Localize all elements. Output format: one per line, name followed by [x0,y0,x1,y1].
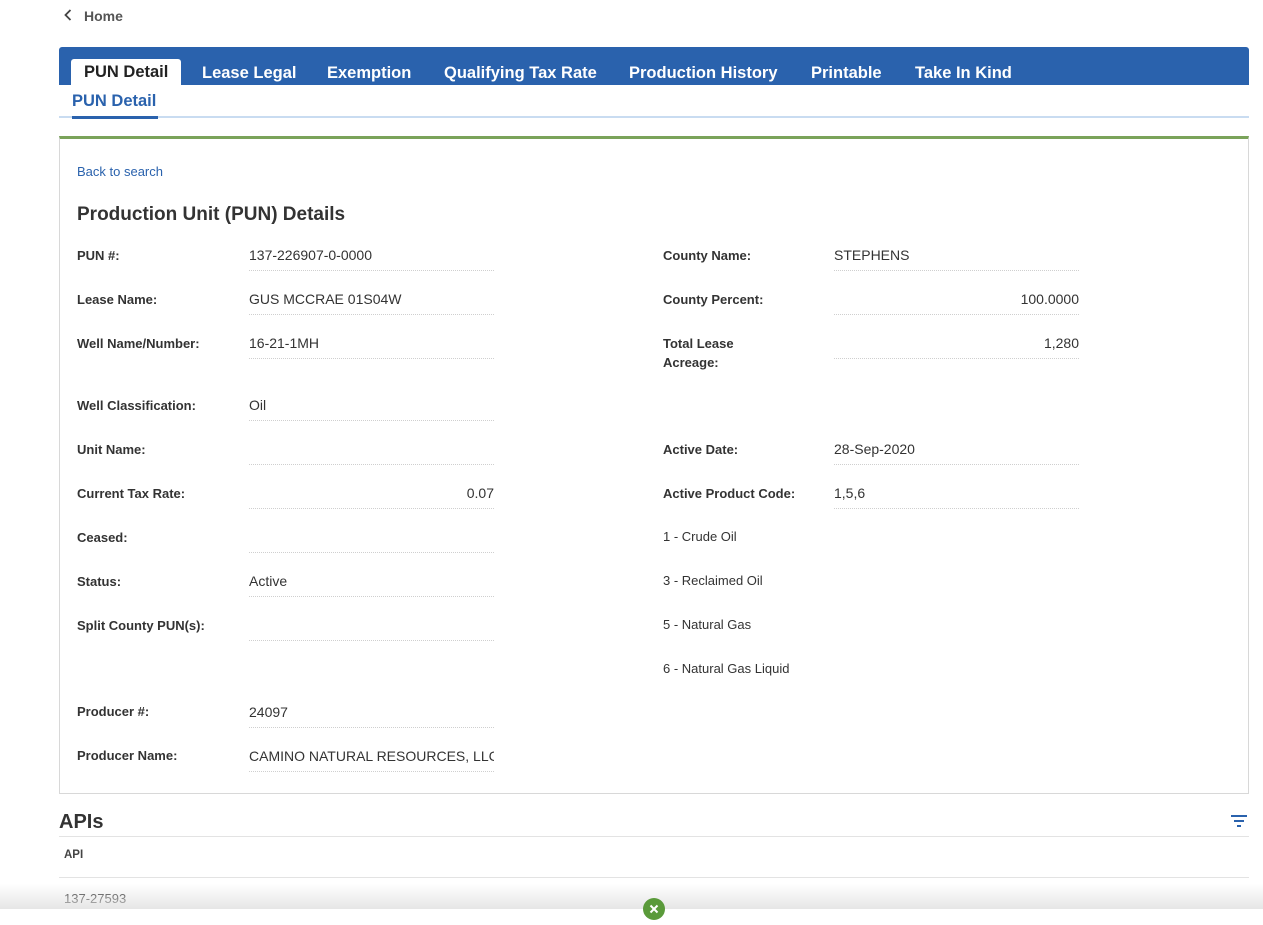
tab-production-history[interactable]: Production History [629,61,778,85]
subtab-active-indicator [72,116,158,119]
back-to-search-link[interactable]: Back to search [77,164,163,179]
bottom-overlay-shade [0,884,1263,909]
tab-take-in-kind[interactable]: Take In Kind [915,61,1012,85]
main-tab-bar: PUN Detail Lease Legal Exemption Qualify… [59,47,1249,85]
lease-name-label: Lease Name: [77,292,158,307]
home-back-link[interactable]: Home [64,7,123,25]
unit-name-label: Unit Name: [77,442,146,457]
total-lease-acreage-label: Total Lease Acreage: [663,336,734,370]
active-product-code-value: 1,5,6 [834,481,1079,509]
product-code-item: 5 - Natural Gas [663,617,752,632]
current-tax-rate-value: 0.07 [249,481,494,509]
well-name-label: Well Name/Number: [77,336,200,351]
county-percent-label: County Percent: [663,292,764,307]
pun-number-label: PUN #: [77,248,120,263]
well-name-value: 16-21-1MH [249,331,494,359]
apis-header-divider [59,877,1249,878]
subtab-pun-detail[interactable]: PUN Detail [72,92,156,116]
table-row[interactable]: 137-27593 [64,891,126,906]
product-code-item: 1 - Crude Oil [663,529,737,544]
lease-name-value: GUS MCCRAE 01S04W [249,287,494,315]
pun-detail-card [59,136,1249,794]
county-percent-value: 100.0000 [834,287,1079,315]
tab-printable[interactable]: Printable [811,61,882,85]
tab-qualifying-tax-rate[interactable]: Qualifying Tax Rate [444,61,597,85]
chevron-left-icon [64,8,72,24]
filter-icon[interactable] [1230,814,1248,828]
producer-number-value: 24097 [249,700,494,728]
pun-number-value: 137-226907-0-0000 [249,243,494,271]
tab-lease-legal[interactable]: Lease Legal [202,61,296,85]
county-name-value: STEPHENS [834,243,1079,271]
well-classification-value: Oil [249,393,494,421]
producer-name-label: Producer Name: [77,748,178,763]
api-column-header[interactable]: API [64,849,83,861]
current-tax-rate-label: Current Tax Rate: [77,486,186,501]
well-classification-label: Well Classification: [77,398,196,413]
status-value: Active [249,569,494,597]
subtab-divider [59,116,1249,118]
close-icon[interactable] [643,898,665,920]
unit-name-value [249,437,494,465]
active-date-label: Active Date: [663,442,739,457]
tab-exemption[interactable]: Exemption [327,61,411,85]
section-title: Production Unit (PUN) Details [77,204,346,225]
ceased-label: Ceased: [77,530,128,545]
active-date-value: 28-Sep-2020 [834,437,1079,465]
active-product-code-label: Active Product Code: [663,486,796,501]
status-label: Status: [77,574,122,589]
product-code-item: 6 - Natural Gas Liquid [663,661,790,676]
split-county-puns-label: Split County PUN(s): [77,618,205,633]
total-lease-acreage-value: 1,280 [834,331,1079,359]
county-name-label: County Name: [663,248,752,263]
apis-divider [59,836,1249,837]
apis-section-title: APIs [59,811,104,833]
product-code-item: 3 - Reclaimed Oil [663,573,763,588]
tab-pun-detail[interactable]: PUN Detail [71,59,182,85]
producer-name-value: CAMINO NATURAL RESOURCES, LLC [249,744,494,772]
producer-number-label: Producer #: [77,704,150,719]
home-label: Home [84,8,123,24]
ceased-value [249,525,494,553]
split-county-puns-value [249,613,494,641]
